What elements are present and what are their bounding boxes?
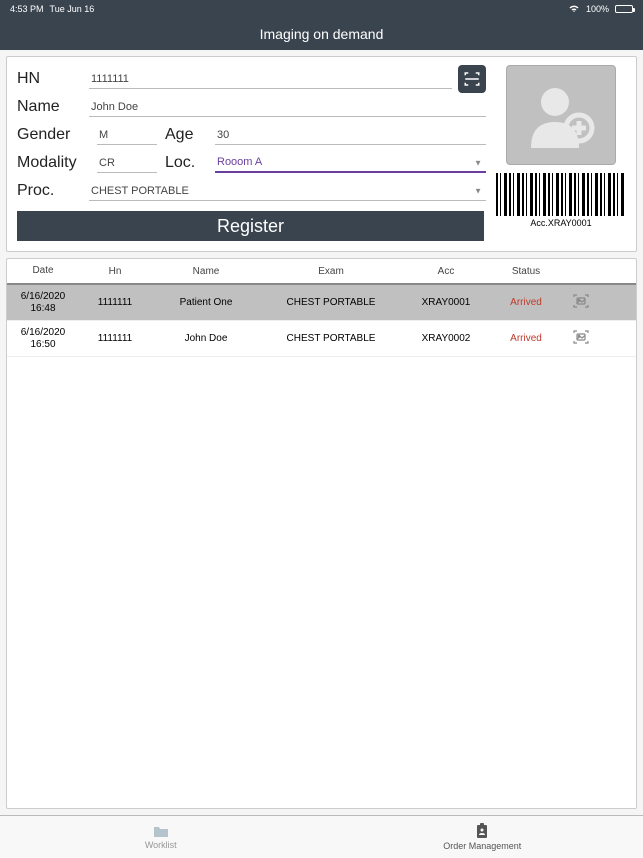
label-age: Age [165,126,207,144]
form-card: HN Name Gender [6,56,637,252]
barcode-label: Acc.XRAY0001 [530,218,591,228]
row-action-button[interactable] [561,293,601,312]
table-row[interactable]: 6/16/202016:481111111Patient OneCHEST PO… [7,285,636,321]
tab-bar: Worklist Order Management [0,815,643,858]
worklist-table: Date Hn Name Exam Acc Status 6/16/202016… [6,258,637,809]
th-date: Date [7,265,79,277]
label-name: Name [17,98,89,116]
image-capture-icon [572,329,590,345]
proc-select[interactable] [89,182,486,201]
tab-order-management[interactable]: Order Management [322,816,643,858]
cell-name: Patient One [151,297,261,308]
page-title: Imaging on demand [260,26,384,42]
cell-status: Arrived [491,333,561,344]
status-date: Tue Jun 16 [50,4,95,14]
image-capture-icon [572,293,590,309]
tab-order-label: Order Management [443,841,521,851]
avatar-placeholder[interactable] [506,65,616,165]
modality-input[interactable] [97,154,157,173]
th-acc: Acc [401,266,491,277]
label-hn: HN [17,70,89,88]
th-name: Name [151,266,261,277]
cell-acc: XRAY0001 [401,297,491,308]
name-input[interactable] [89,98,486,117]
scan-button[interactable] [458,65,486,93]
wifi-icon [568,4,580,15]
battery-percent: 100% [586,4,609,14]
label-proc: Proc. [17,182,89,200]
loc-select[interactable] [215,153,486,173]
label-loc: Loc. [165,154,207,172]
clipboard-icon [475,823,489,839]
table-row[interactable]: 6/16/202016:501111111John DoeCHEST PORTA… [7,321,636,357]
register-button[interactable]: Register [17,211,484,241]
row-action-button[interactable] [561,329,601,348]
age-input[interactable] [215,126,486,145]
barcode-bars [496,173,626,216]
barcode: Acc.XRAY0001 [496,173,626,228]
cell-status: Arrived [491,297,561,308]
tab-worklist[interactable]: Worklist [0,816,322,858]
scan-icon [463,70,481,88]
hn-input[interactable] [89,70,452,89]
folder-icon [153,824,169,838]
th-exam: Exam [261,266,401,277]
cell-hn: 1111111 [79,333,151,344]
cell-exam: CHEST PORTABLE [261,333,401,344]
label-modality: Modality [17,154,89,172]
status-time: 4:53 PM [10,4,44,14]
th-hn: Hn [79,266,151,277]
cell-acc: XRAY0002 [401,333,491,344]
cell-name: John Doe [151,333,261,344]
tab-worklist-label: Worklist [145,840,177,850]
title-bar: Imaging on demand [0,18,643,50]
status-bar: 4:53 PM Tue Jun 16 100% [0,0,643,18]
add-person-icon [521,80,601,150]
gender-input[interactable] [97,126,157,145]
battery-icon [615,5,633,13]
cell-hn: 1111111 [79,297,151,308]
cell-exam: CHEST PORTABLE [261,297,401,308]
cell-date: 6/16/202016:50 [7,327,79,351]
table-header: Date Hn Name Exam Acc Status [7,259,636,285]
th-status: Status [491,266,561,277]
label-gender: Gender [17,126,89,144]
cell-date: 6/16/202016:48 [7,291,79,315]
